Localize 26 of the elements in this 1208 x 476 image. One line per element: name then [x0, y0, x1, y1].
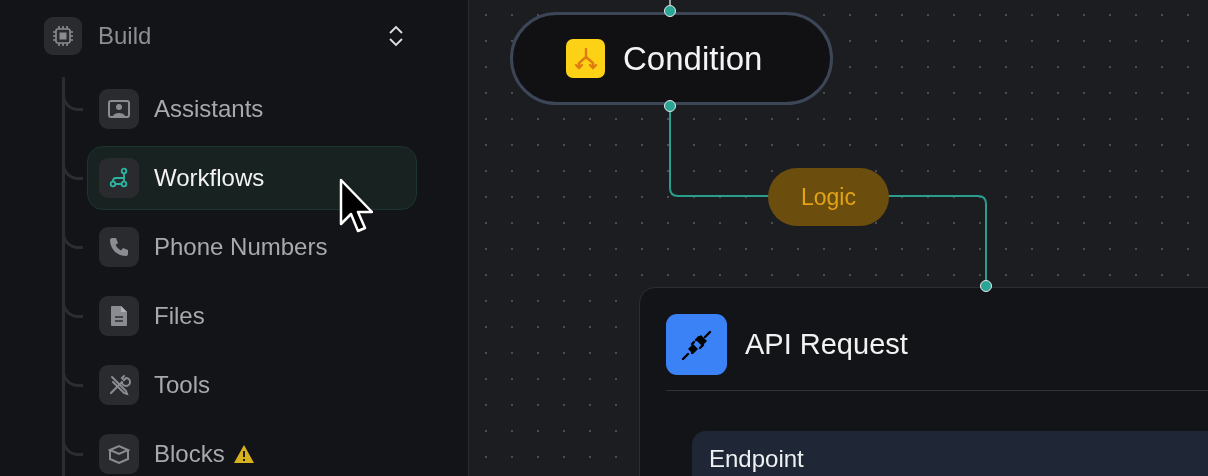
document-icon: [108, 304, 130, 328]
node-title: API Request: [745, 328, 908, 361]
sidebar-item[interactable]: Blocks: [87, 422, 417, 476]
api-request-node[interactable]: API Request Endpoint: [639, 287, 1208, 476]
box-icon: [107, 442, 131, 466]
sidebar-item[interactable]: Tools: [87, 353, 417, 417]
chevron-up-down-icon[interactable]: [388, 24, 404, 48]
chip-icon: [44, 17, 82, 55]
condition-node[interactable]: Condition: [510, 12, 833, 105]
connection-handle[interactable]: [980, 280, 992, 292]
sidebar-item[interactable]: Assistants: [87, 77, 417, 141]
node-title: Condition: [623, 39, 763, 78]
sidebar-item[interactable]: Phone Numbers: [87, 215, 417, 279]
edge-label: Logic: [768, 168, 889, 226]
sidebar-item[interactable]: Workflows: [87, 146, 417, 210]
plug-icon: [666, 314, 727, 375]
cursor-icon: [339, 178, 373, 234]
section-title: Build: [98, 22, 153, 50]
phone-icon: [107, 235, 131, 259]
branch-icon: [108, 167, 130, 189]
connector-line: [669, 0, 671, 6]
portrait-icon: [107, 97, 131, 121]
connection-handle[interactable]: [664, 5, 676, 17]
sidebar-item[interactable]: Files: [87, 284, 417, 348]
field-label: Endpoint: [709, 445, 804, 472]
tools-icon: [107, 373, 131, 397]
